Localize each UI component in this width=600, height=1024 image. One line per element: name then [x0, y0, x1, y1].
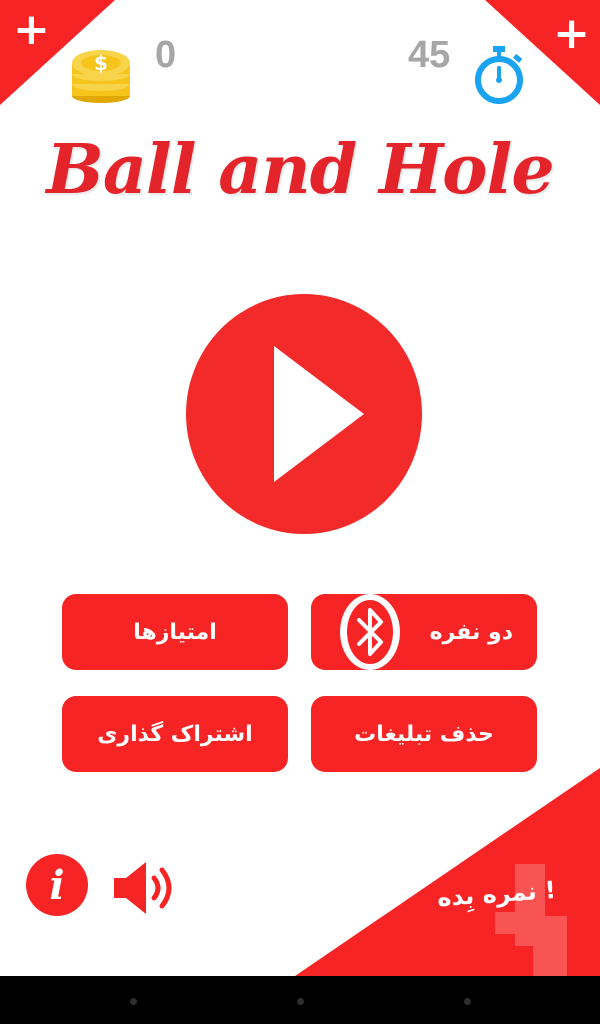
scores-button[interactable]: امتیازها [62, 594, 288, 670]
remove-ads-button[interactable]: حذف تبلیغات [311, 696, 537, 772]
play-button[interactable] [186, 294, 422, 534]
timer-count: 45 [408, 34, 451, 76]
coin-stack-icon: $ [72, 50, 130, 103]
scores-label: امتیازها [133, 619, 217, 645]
two-player-label: دو نفره [429, 619, 513, 645]
add-coins-plus-icon[interactable]: + [13, 8, 50, 52]
nav-back-icon[interactable] [130, 998, 137, 1005]
game-title: Ball and Hole [46, 130, 554, 210]
svg-text:$: $ [94, 51, 108, 75]
speaker-icon[interactable] [110, 858, 180, 918]
add-time-plus-icon[interactable]: + [553, 12, 590, 56]
share-label: اشتراک گذاری [97, 721, 253, 747]
rate-corner[interactable] [295, 768, 600, 976]
svg-text:i: i [49, 862, 64, 909]
nav-home-icon[interactable] [297, 998, 304, 1005]
play-icon [274, 346, 364, 482]
stopwatch-icon [475, 46, 523, 104]
nav-recents-icon[interactable] [464, 998, 471, 1005]
two-player-button[interactable]: دو نفره [311, 594, 537, 670]
remove-ads-label: حذف تبلیغات [354, 721, 494, 747]
bluetooth-icon [340, 594, 400, 670]
coin-count: 0 [155, 34, 177, 76]
share-button[interactable]: اشتراک گذاری [62, 696, 288, 772]
info-icon[interactable]: i [25, 853, 89, 917]
